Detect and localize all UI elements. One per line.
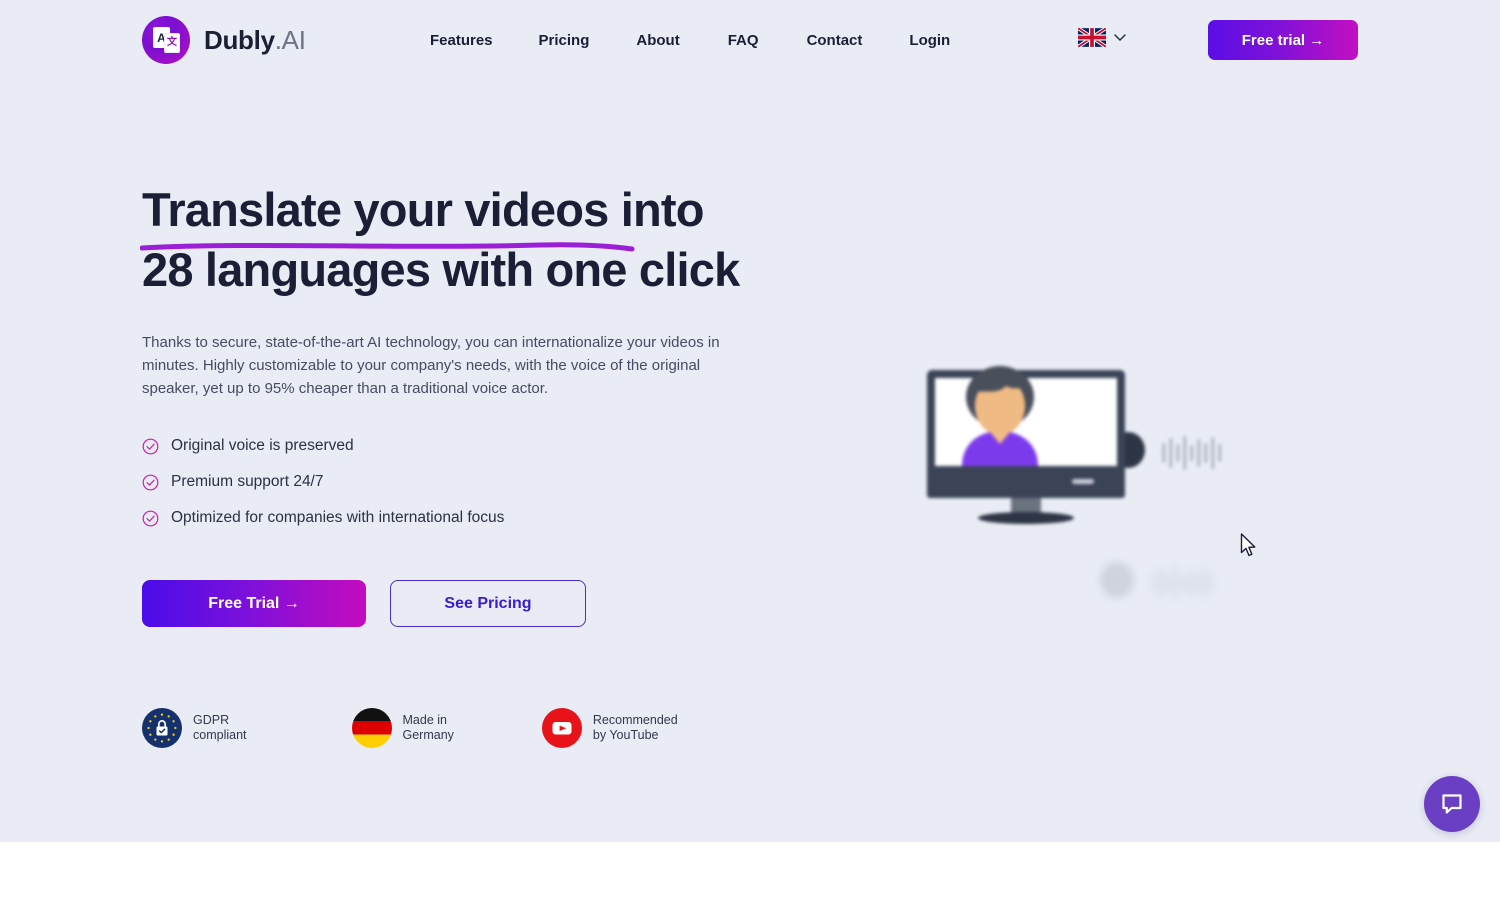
feature-item-original-voice: Original voice is preserved <box>142 428 504 464</box>
feature-label: Optimized for companies with internation… <box>171 509 505 526</box>
trust-badges: GDPR compliant Made in Germany Recommend… <box>142 708 678 748</box>
headline-highlight: Translate your videos <box>142 183 609 236</box>
german-flag-icon <box>351 708 392 748</box>
check-circle-icon <box>142 510 159 526</box>
page-root: A 文 Dubly.AI Features Pricing About FAQ … <box>0 0 1500 900</box>
hero-subtitle: Thanks to secure, state-of-the-art AI te… <box>142 334 720 397</box>
site-header: A 文 Dubly.AI Features Pricing About FAQ … <box>0 0 1500 80</box>
badge-recommended-by-youtube: Recommended by YouTube <box>541 708 678 748</box>
chat-widget-button[interactable] <box>1424 776 1480 832</box>
youtube-icon <box>541 708 582 748</box>
monitor-with-person-icon <box>927 366 1222 524</box>
chevron-down-icon <box>1114 34 1126 41</box>
brand-name-main: Dubly <box>204 24 275 55</box>
feature-item-premium-support: Premium support 24/7 <box>142 464 504 500</box>
free-trial-button[interactable]: Free Trial → <box>142 580 366 627</box>
translate-cards-icon: A 文 <box>142 16 190 64</box>
free-trial-header-button[interactable]: Free trial → <box>1208 20 1358 60</box>
feature-label: Original voice is preserved <box>171 437 354 454</box>
badge-label: Recommended by YouTube <box>592 713 678 742</box>
see-pricing-button[interactable]: See Pricing <box>390 580 586 627</box>
nav-item-faq[interactable]: FAQ <box>728 32 759 49</box>
uk-flag-icon <box>1078 28 1106 47</box>
chat-bubble-icon <box>1442 794 1462 814</box>
check-circle-icon <box>142 438 159 454</box>
headline-rest: into <box>608 183 705 236</box>
nav-item-features[interactable]: Features <box>430 32 493 49</box>
mouse-pointer-icon <box>1240 533 1256 557</box>
page-title: Translate your videos into 28 languages w… <box>140 180 842 300</box>
nav-item-login[interactable]: Login <box>909 32 950 49</box>
feature-label: Premium support 24/7 <box>171 473 324 490</box>
badge-gdpr: GDPR compliant <box>142 708 247 748</box>
nav-item-pricing[interactable]: Pricing <box>539 32 590 49</box>
check-circle-icon <box>142 474 159 490</box>
badge-made-in-germany: Made in Germany <box>351 708 454 748</box>
brand-name-suffix: .AI <box>274 24 306 55</box>
nav-item-contact[interactable]: Contact <box>807 32 863 49</box>
logo-letter-front: 文 <box>164 33 180 53</box>
feature-list: Original voice is preserved Premium supp… <box>142 428 504 536</box>
feature-item-optimized-companies: Optimized for companies with internation… <box>142 500 504 536</box>
headline-line2: 28 languages with one click <box>142 243 740 296</box>
badge-label: GDPR compliant <box>193 713 247 742</box>
video-dubbing-illustration <box>900 340 1320 600</box>
hero-cta-row: Free Trial → See Pricing <box>142 580 586 627</box>
main-navigation: Features Pricing About FAQ Contact Login <box>430 0 950 80</box>
brand-logo[interactable]: A 文 Dubly.AI <box>142 16 306 64</box>
badge-label: Made in Germany <box>402 713 454 742</box>
headline-highlight-wrap: Translate your videos <box>140 180 635 252</box>
nav-item-about[interactable]: About <box>636 32 679 49</box>
gdpr-shield-icon <box>142 708 182 748</box>
language-selector[interactable] <box>1078 28 1126 47</box>
brand-name: Dubly.AI <box>204 25 306 56</box>
